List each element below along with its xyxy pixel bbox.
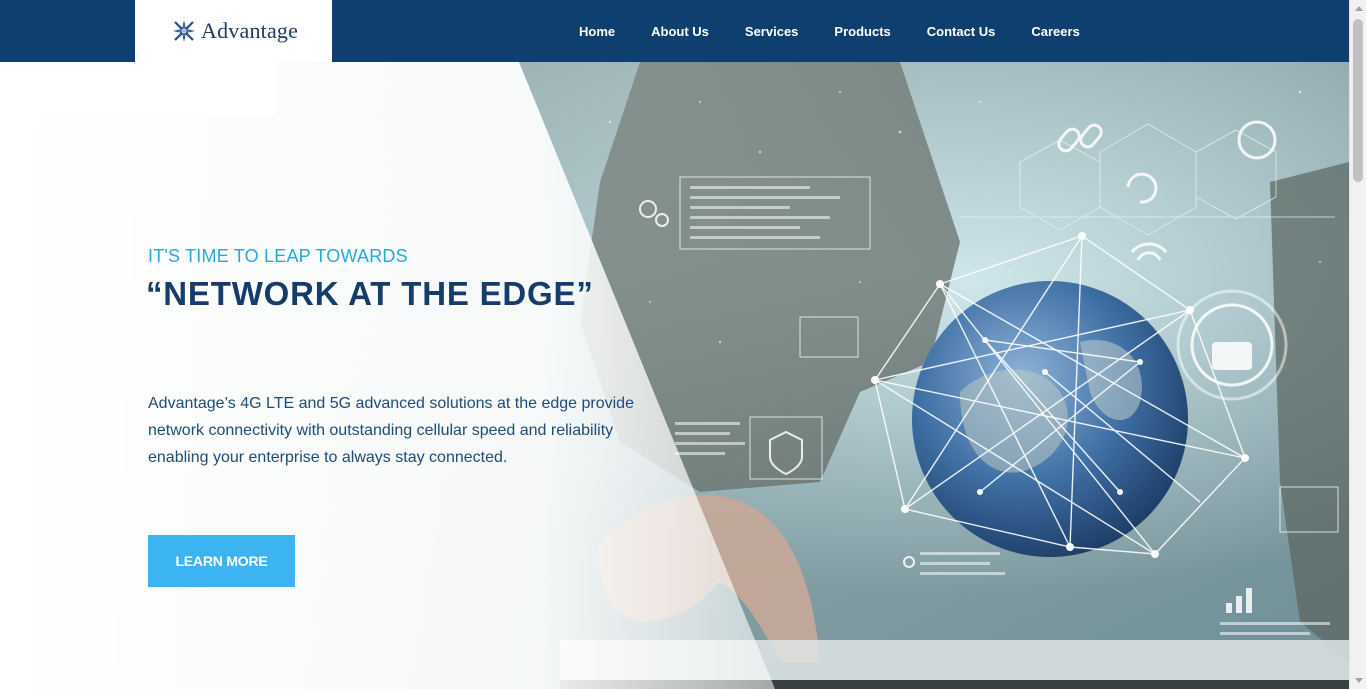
top-navbar: Advantage Home About Us Services Product… <box>0 0 1349 62</box>
page-scrollbar[interactable] <box>1349 0 1366 689</box>
site-logo-link[interactable]: Advantage <box>135 0 332 62</box>
scroll-down-arrow-icon[interactable] <box>1350 672 1366 689</box>
nav-careers[interactable]: Careers <box>1031 24 1079 39</box>
scroll-up-arrow-icon[interactable] <box>1350 0 1366 17</box>
hero-headline: “NETWORK AT THE EDGE” <box>146 275 594 312</box>
hero-banner: IT'S TIME TO LEAP TOWARDS “NETWORK AT TH… <box>0 62 1349 689</box>
logo-wordmark: Advantage <box>201 18 299 43</box>
nav-contact-us[interactable]: Contact Us <box>927 24 996 39</box>
learn-more-button[interactable]: LEARN MORE <box>148 535 295 587</box>
hero-eyebrow: IT'S TIME TO LEAP TOWARDS <box>148 246 408 266</box>
advantage-logo-icon <box>173 20 195 42</box>
nav-home[interactable]: Home <box>579 24 615 39</box>
hero-white-diagonal-overlay <box>0 62 775 689</box>
nav-products[interactable]: Products <box>834 24 890 39</box>
scrollbar-thumb[interactable] <box>1353 19 1363 182</box>
main-nav: Home About Us Services Products Contact … <box>579 0 1116 62</box>
hero-description: Advantage’s 4G LTE and 5G advanced solut… <box>148 395 634 466</box>
nav-services[interactable]: Services <box>745 24 799 39</box>
nav-about-us[interactable]: About Us <box>651 24 709 39</box>
